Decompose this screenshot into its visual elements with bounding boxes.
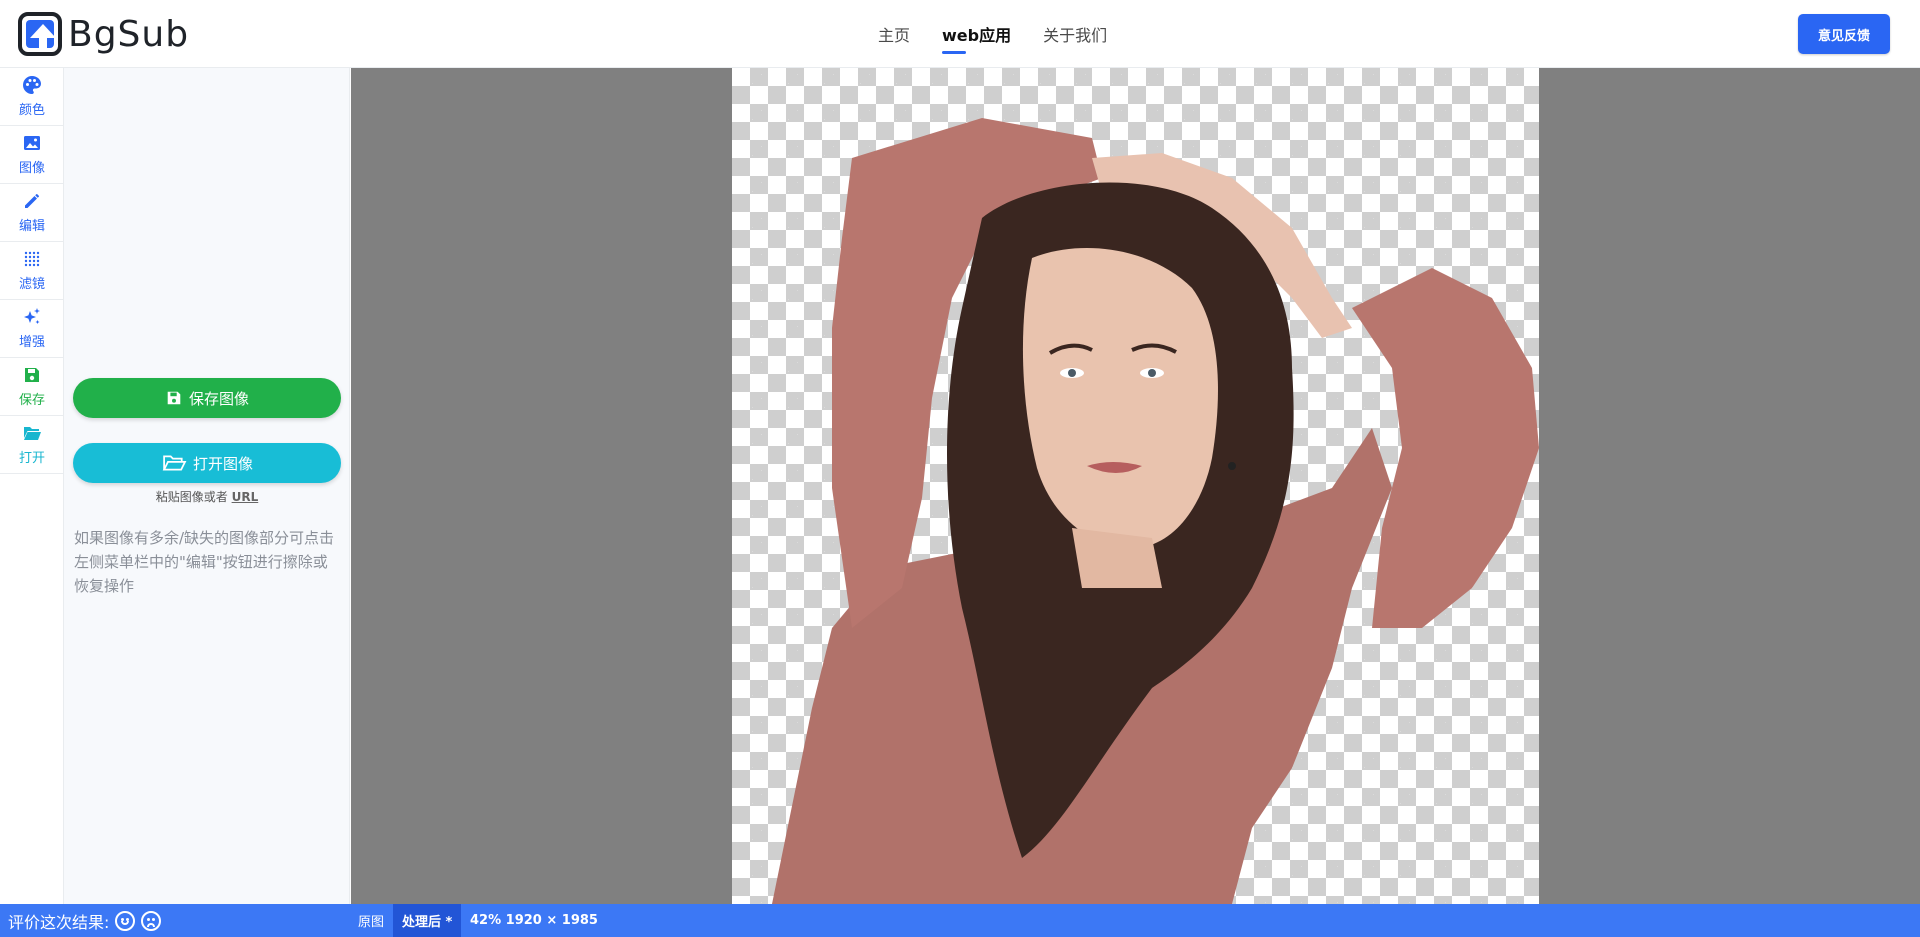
side-panel: 保存图像 打开图像 粘贴图像或者 URL 如果图像有多余/缺失的图像部分可点击左… [64, 68, 350, 904]
open-image-button[interactable]: 打开图像 [73, 443, 341, 483]
pencil-icon [25, 193, 40, 208]
rate-result: 评价这次结果: [8, 904, 162, 937]
sparkle-icon [24, 308, 40, 324]
rail-label: 打开 [18, 451, 45, 466]
rail-label: 图像 [18, 161, 45, 176]
logo-icon [18, 12, 62, 56]
brand-name: BgSub [68, 13, 190, 55]
main-nav: 主页 web应用 关于我们 [878, 0, 1107, 68]
floppy-icon [25, 368, 39, 382]
floppy-icon [167, 391, 181, 405]
rail-item-edit[interactable]: 编辑 [0, 184, 64, 242]
rail-label: 编辑 [18, 219, 45, 234]
result-image[interactable] [732, 68, 1539, 904]
rail-label: 颜色 [18, 103, 45, 118]
subject-cutout [772, 118, 1539, 904]
rail-item-open[interactable]: 打开 [0, 416, 64, 474]
frown-icon[interactable] [141, 910, 162, 931]
rate-label: 评价这次结果: [8, 912, 110, 932]
feedback-button[interactable]: 意见反馈 [1798, 14, 1890, 54]
rail-label: 滤镜 [18, 277, 45, 292]
rail-label: 保存 [18, 393, 45, 408]
tab-processed[interactable]: 处理后 * [393, 904, 462, 937]
tool-rail: 颜色 图像 编辑 滤镜 增强 保存 打开 [0, 68, 64, 904]
rail-label: 增强 [18, 335, 45, 350]
image-icon [24, 136, 40, 150]
paste-hint: 粘贴图像或者 URL [73, 488, 341, 505]
open-image-label: 打开图像 [192, 454, 253, 473]
save-image-label: 保存图像 [188, 389, 249, 408]
dots-grid-icon [24, 251, 40, 267]
status-bar: 评价这次结果: 原图 处理后 * 42% 1920 × 1985 [0, 904, 1920, 937]
folder-open-icon [162, 455, 187, 471]
palette-icon [23, 76, 41, 94]
brand-logo[interactable]: BgSub [18, 12, 189, 56]
tab-original[interactable]: 原图 [350, 904, 392, 937]
smile-icon[interactable] [115, 910, 136, 931]
zoom-dimensions: 42% 1920 × 1985 [470, 913, 598, 928]
nav-home[interactable]: 主页 [878, 22, 910, 46]
rail-item-enhance[interactable]: 增强 [0, 300, 64, 358]
rail-item-save[interactable]: 保存 [0, 358, 64, 416]
rail-item-image[interactable]: 图像 [0, 126, 64, 184]
rail-item-filter[interactable]: 滤镜 [0, 242, 64, 300]
save-image-button[interactable]: 保存图像 [73, 378, 341, 418]
nav-about[interactable]: 关于我们 [1043, 22, 1107, 46]
paste-url-link[interactable]: URL [232, 490, 259, 504]
edit-hint-text: 如果图像有多余/缺失的图像部分可点击左侧菜单栏中的"编辑"按钮进行擦除或恢复操作 [74, 529, 335, 595]
nav-web-app[interactable]: web应用 [942, 22, 1011, 54]
rail-item-color[interactable]: 颜色 [0, 68, 64, 126]
paste-prefix: 粘贴图像或者 [155, 490, 228, 504]
folder-open-icon [24, 427, 41, 440]
top-header: BgSub 主页 web应用 关于我们 意见反馈 [0, 0, 1920, 68]
canvas-area[interactable] [351, 68, 1920, 904]
